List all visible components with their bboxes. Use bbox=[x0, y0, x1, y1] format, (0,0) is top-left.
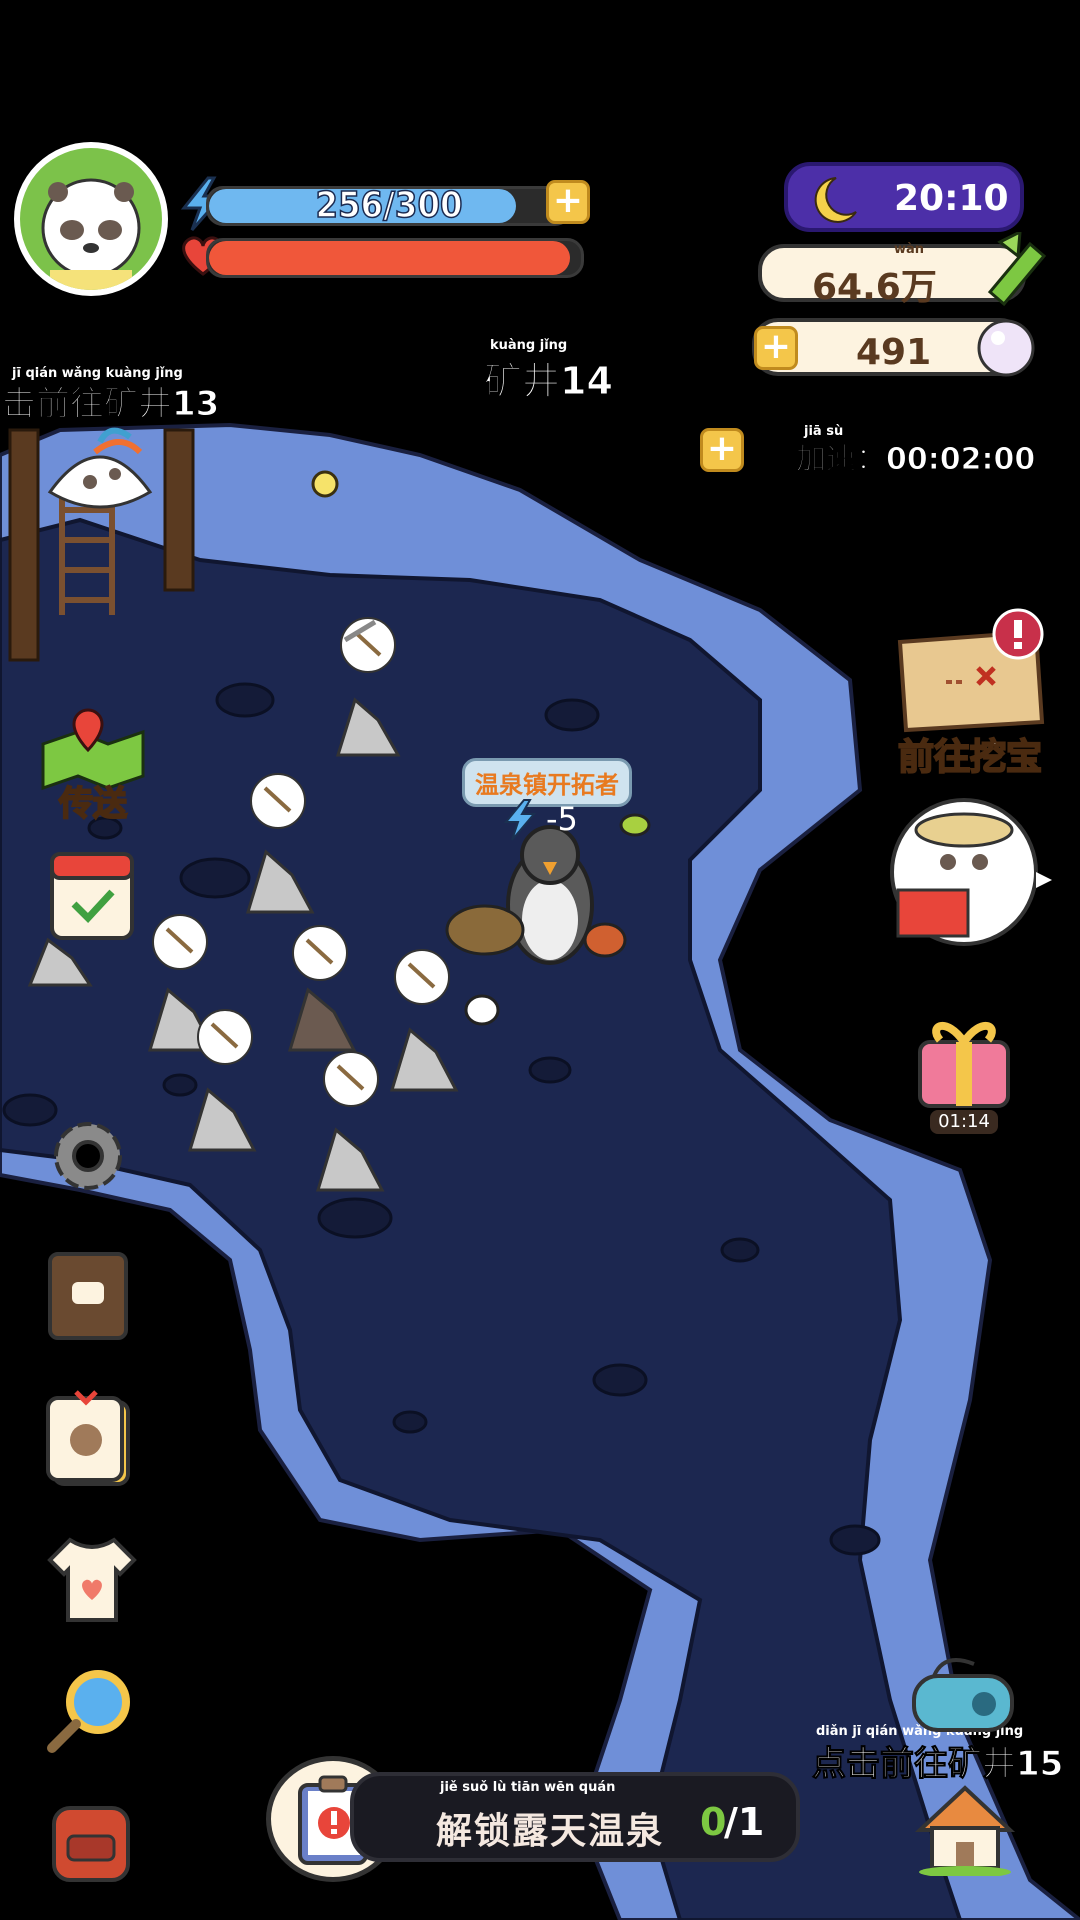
mine-post-right bbox=[163, 428, 195, 592]
teleport-button[interactable]: 传送 bbox=[38, 704, 148, 825]
recipe-book-icon bbox=[48, 1252, 128, 1340]
task-bar[interactable]: jiě suǒ lù tiān wēn quán 解锁露天温泉 0 /1 bbox=[350, 1772, 800, 1862]
pet-fox bbox=[583, 922, 627, 958]
gift-box-icon bbox=[918, 1021, 1010, 1108]
health-bar bbox=[206, 238, 584, 278]
npc-quest-button[interactable] bbox=[878, 792, 1052, 952]
mine-post-left bbox=[8, 428, 40, 662]
energy-cost-text: -5 bbox=[546, 800, 578, 838]
dig-treasure-button[interactable]: 前往挖宝 bbox=[886, 608, 1054, 779]
home-button[interactable] bbox=[912, 1776, 1018, 1876]
mine-exit-button[interactable] bbox=[40, 412, 160, 524]
recipe-book-button[interactable] bbox=[38, 1246, 138, 1346]
energy-bar: 256/300 bbox=[206, 186, 572, 226]
backpack-icon bbox=[52, 1806, 130, 1882]
dig-treasure-label: 前往挖宝 bbox=[897, 736, 1043, 779]
pearl-icon bbox=[977, 319, 1035, 377]
health-fill bbox=[209, 241, 570, 275]
task-pinyin: jiě suǒ lù tiān wēn quán bbox=[440, 1780, 616, 1795]
gift-tag-icon bbox=[46, 1390, 130, 1486]
gift-timer: 01:14 bbox=[930, 1110, 998, 1134]
energy-text: 256/300 bbox=[315, 185, 464, 226]
bamboo-coin-icon bbox=[987, 232, 1047, 307]
pet-bird bbox=[619, 813, 651, 837]
time-text: 20:10 bbox=[894, 178, 1009, 219]
moon-icon bbox=[814, 177, 857, 223]
current-mine-label: 矿井14 bbox=[484, 359, 614, 404]
search-button[interactable] bbox=[40, 1660, 144, 1760]
task-text: 解锁露天温泉 bbox=[436, 1811, 665, 1852]
energy-cost-icon bbox=[503, 799, 537, 841]
calendar-icon bbox=[50, 852, 134, 940]
pearls-add-button[interactable]: + bbox=[754, 326, 798, 370]
status-bars: 256/300 + bbox=[178, 168, 596, 280]
magnifier-icon bbox=[47, 1670, 130, 1753]
house-icon bbox=[914, 1785, 1016, 1876]
speedup-add-button[interactable]: + bbox=[700, 428, 744, 472]
coins-text: 64.6万 bbox=[812, 267, 937, 308]
player-avatar[interactable] bbox=[14, 142, 168, 296]
lamp bbox=[311, 470, 339, 498]
panda-icon bbox=[41, 178, 141, 290]
wardrobe-button[interactable] bbox=[40, 1526, 144, 1630]
settings-button[interactable] bbox=[40, 1108, 136, 1204]
whistle-icon bbox=[912, 1658, 1014, 1732]
gift-box-button[interactable]: 01:14 bbox=[906, 1006, 1022, 1136]
task-progress-total: /1 bbox=[724, 1800, 765, 1844]
npc-portrait-icon bbox=[890, 798, 1052, 946]
pet-rabbit bbox=[464, 994, 500, 1026]
whistle-button[interactable] bbox=[904, 1646, 1022, 1742]
flower-bag-icon bbox=[47, 427, 153, 509]
task-progress-done: 0 bbox=[700, 1800, 727, 1844]
alert-icon bbox=[992, 608, 1044, 660]
speedup-pinyin: jiā sù bbox=[804, 424, 844, 439]
gear-icon bbox=[54, 1122, 122, 1190]
pearls-text: 491 bbox=[856, 332, 932, 373]
time-pill: 20:10 bbox=[784, 162, 1024, 232]
backpack-button[interactable] bbox=[38, 1790, 144, 1890]
energy-add-button[interactable]: + bbox=[546, 180, 590, 224]
coins-pinyin: wàn bbox=[894, 242, 925, 257]
calendar-button[interactable] bbox=[42, 838, 142, 948]
speedup-label: 加速：00:02:00 bbox=[795, 442, 1036, 478]
gift-tag-button[interactable] bbox=[36, 1380, 146, 1490]
teleport-label: 传送 bbox=[58, 783, 128, 825]
tshirt-icon bbox=[47, 1537, 137, 1622]
